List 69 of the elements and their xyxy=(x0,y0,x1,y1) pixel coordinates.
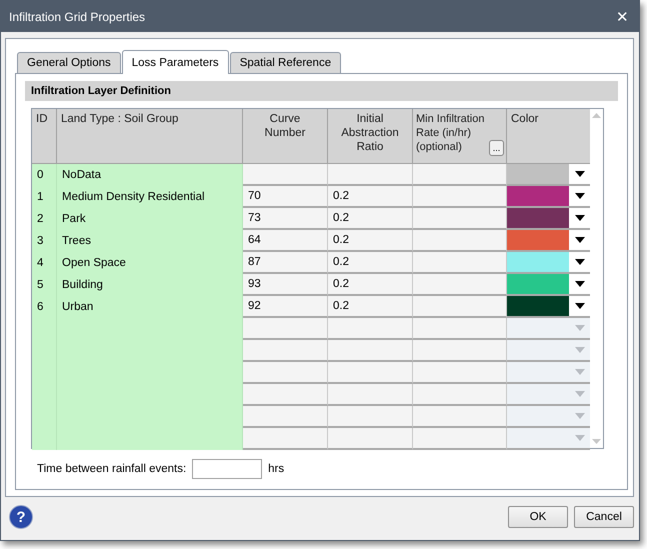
table-cell[interactable]: 73 xyxy=(243,208,328,230)
caret-icon xyxy=(574,303,584,309)
table-cell[interactable]: 70 xyxy=(243,186,328,208)
table-cell[interactable]: 92 xyxy=(243,296,328,318)
table-cell: 4 xyxy=(32,252,57,274)
table-cell: Open Space xyxy=(57,252,243,274)
help-icon[interactable]: ? xyxy=(9,505,33,529)
dialog-button[interactable]: Cancel xyxy=(574,506,634,528)
unit-label: hrs xyxy=(268,463,284,475)
table-cell[interactable] xyxy=(413,252,507,274)
caret-icon xyxy=(574,259,584,265)
scroll-up-icon[interactable] xyxy=(592,113,601,118)
caret-icon xyxy=(574,215,584,221)
table-cell[interactable]: 0.2 xyxy=(328,186,413,208)
table-cell: 0 xyxy=(32,164,57,186)
table-cell: Park xyxy=(57,208,243,230)
table-cell[interactable] xyxy=(413,274,507,296)
tab[interactable]: General Options xyxy=(17,52,121,73)
table-cell[interactable]: 0.2 xyxy=(328,296,413,318)
close-button[interactable]: ✕ xyxy=(612,8,633,26)
column-header: Land Type : Soil Group xyxy=(57,109,243,164)
column-header: Color xyxy=(507,109,590,164)
table-cell[interactable]: 64 xyxy=(243,230,328,252)
table-cell[interactable]: 87 xyxy=(243,252,328,274)
table-cell: Medium Density Residential xyxy=(57,186,243,208)
table-cell: 3 xyxy=(32,230,57,252)
browse-button[interactable]: ... xyxy=(489,140,504,156)
section-header: Infiltration Layer Definition xyxy=(25,81,618,101)
column-header: Initial Abstraction Ratio xyxy=(328,109,413,164)
caret-icon xyxy=(575,369,585,375)
caret-icon xyxy=(575,435,585,441)
table-cell: Urban xyxy=(57,296,243,318)
table-cell[interactable]: 0.2 xyxy=(328,230,413,252)
window-title: Infiltration Grid Properties xyxy=(9,10,146,24)
input-field[interactable] xyxy=(192,459,262,479)
table-cell[interactable] xyxy=(328,164,413,186)
caret-icon xyxy=(574,193,584,199)
table-cell[interactable] xyxy=(413,186,507,208)
table-cell: Building xyxy=(57,274,243,296)
tab[interactable]: Loss Parameters xyxy=(122,50,229,74)
table-cell[interactable]: 0.2 xyxy=(328,252,413,274)
dialog-button[interactable]: OK xyxy=(508,506,568,528)
table-cell[interactable]: 0.2 xyxy=(328,274,413,296)
column-header: Curve Number xyxy=(243,109,328,164)
header-label: Min Infiltration Rate (in/hr) (optional) xyxy=(416,112,486,154)
caret-icon xyxy=(575,347,585,353)
table-cell[interactable]: 0.2 xyxy=(328,208,413,230)
table-cell: 5 xyxy=(32,274,57,296)
table-cell[interactable] xyxy=(243,164,328,186)
caret-icon xyxy=(575,325,585,331)
table-cell[interactable]: 93 xyxy=(243,274,328,296)
table-cell: 1 xyxy=(32,186,57,208)
caret-icon xyxy=(574,237,584,243)
table-cell: 2 xyxy=(32,208,57,230)
table-cell[interactable] xyxy=(413,164,507,186)
caret-icon xyxy=(574,171,584,177)
table-cell: NoData xyxy=(57,164,243,186)
table-cell[interactable] xyxy=(413,230,507,252)
table-cell[interactable] xyxy=(413,208,507,230)
caret-icon xyxy=(574,281,584,287)
table-cell: 6 xyxy=(32,296,57,318)
tab[interactable]: Spatial Reference xyxy=(230,52,342,73)
caret-icon xyxy=(575,413,585,419)
field-label: Time between rainfall events: xyxy=(37,463,186,475)
column-header: ID xyxy=(32,109,57,164)
scroll-down-icon[interactable] xyxy=(592,439,601,444)
table-cell: Trees xyxy=(57,230,243,252)
table-cell[interactable] xyxy=(413,296,507,318)
caret-icon xyxy=(575,391,585,397)
